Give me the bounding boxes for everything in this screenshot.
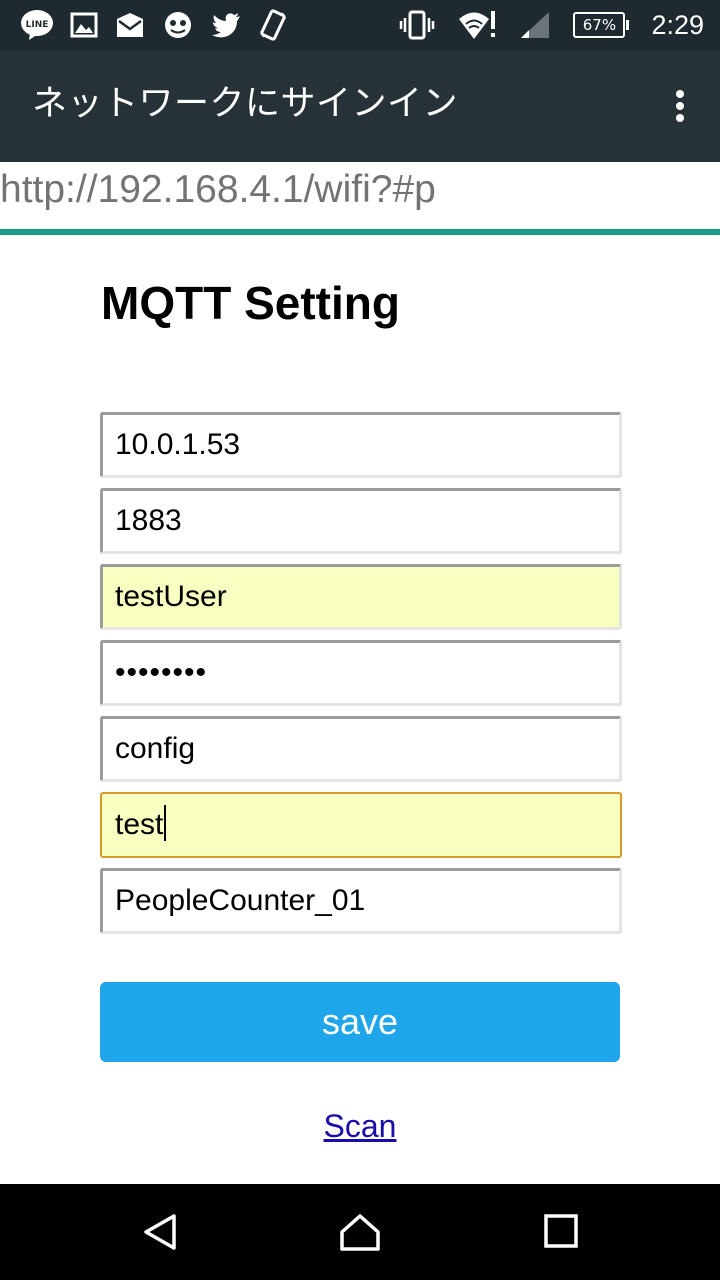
back-icon[interactable] xyxy=(140,1212,180,1252)
app-icon xyxy=(162,10,194,40)
twitter-icon xyxy=(210,11,242,39)
scan-link-row: Scan xyxy=(0,1108,720,1145)
device-name-value: PeopleCounter_01 xyxy=(115,884,366,917)
device-name-field[interactable]: PeopleCounter_01 xyxy=(100,868,622,934)
app-bar: ネットワークにサインイン xyxy=(0,50,720,162)
image-icon xyxy=(70,11,98,39)
rotate-icon xyxy=(258,9,288,41)
scan-link[interactable]: Scan xyxy=(324,1108,397,1144)
mqtt-password-value: •••••••• xyxy=(115,656,208,689)
mqtt-server-value: 10.0.1.53 xyxy=(115,428,241,461)
notification-icons: LINE xyxy=(20,8,288,42)
home-icon[interactable] xyxy=(340,1212,380,1252)
text-caret xyxy=(164,805,167,842)
mqtt-subtopic-field[interactable]: test xyxy=(100,792,622,858)
system-icons: 67% 2:29 xyxy=(399,8,704,42)
url-text: http://192.168.4.1/wifi?#p xyxy=(0,168,436,211)
mqtt-port-field[interactable]: 1883 xyxy=(100,488,622,554)
signal-icon xyxy=(519,10,551,40)
navigation-bar xyxy=(0,1184,720,1280)
mail-icon xyxy=(114,11,146,39)
page-load-indicator xyxy=(0,229,720,235)
mqtt-user-value: testUser xyxy=(115,580,227,613)
battery-percent: 67% xyxy=(573,12,626,38)
battery-icon: 67% xyxy=(573,12,630,38)
overflow-menu-icon[interactable] xyxy=(668,88,692,124)
app-bar-title: ネットワークにサインイン xyxy=(32,84,459,124)
mqtt-password-field[interactable]: •••••••• xyxy=(100,640,622,706)
mqtt-user-field[interactable]: testUser xyxy=(100,564,622,630)
mqtt-topic-value: config xyxy=(115,732,196,765)
recents-icon[interactable] xyxy=(542,1212,582,1252)
vibrate-icon xyxy=(399,10,435,40)
url-bar: http://192.168.4.1/wifi?#p xyxy=(0,162,720,230)
page-title: MQTT Setting xyxy=(101,277,400,329)
svg-text:LINE: LINE xyxy=(26,20,49,30)
line-icon: LINE xyxy=(20,9,54,41)
clock: 2:29 xyxy=(651,9,704,40)
mqtt-server-field[interactable]: 10.0.1.53 xyxy=(100,412,622,478)
save-button[interactable]: save xyxy=(100,982,620,1062)
wifi-icon xyxy=(457,9,497,41)
mqtt-topic-field[interactable]: config xyxy=(100,716,622,782)
status-bar: LINE 67% 2:29 xyxy=(0,0,720,50)
mqtt-subtopic-value: test xyxy=(115,808,164,841)
mqtt-port-value: 1883 xyxy=(115,504,182,537)
